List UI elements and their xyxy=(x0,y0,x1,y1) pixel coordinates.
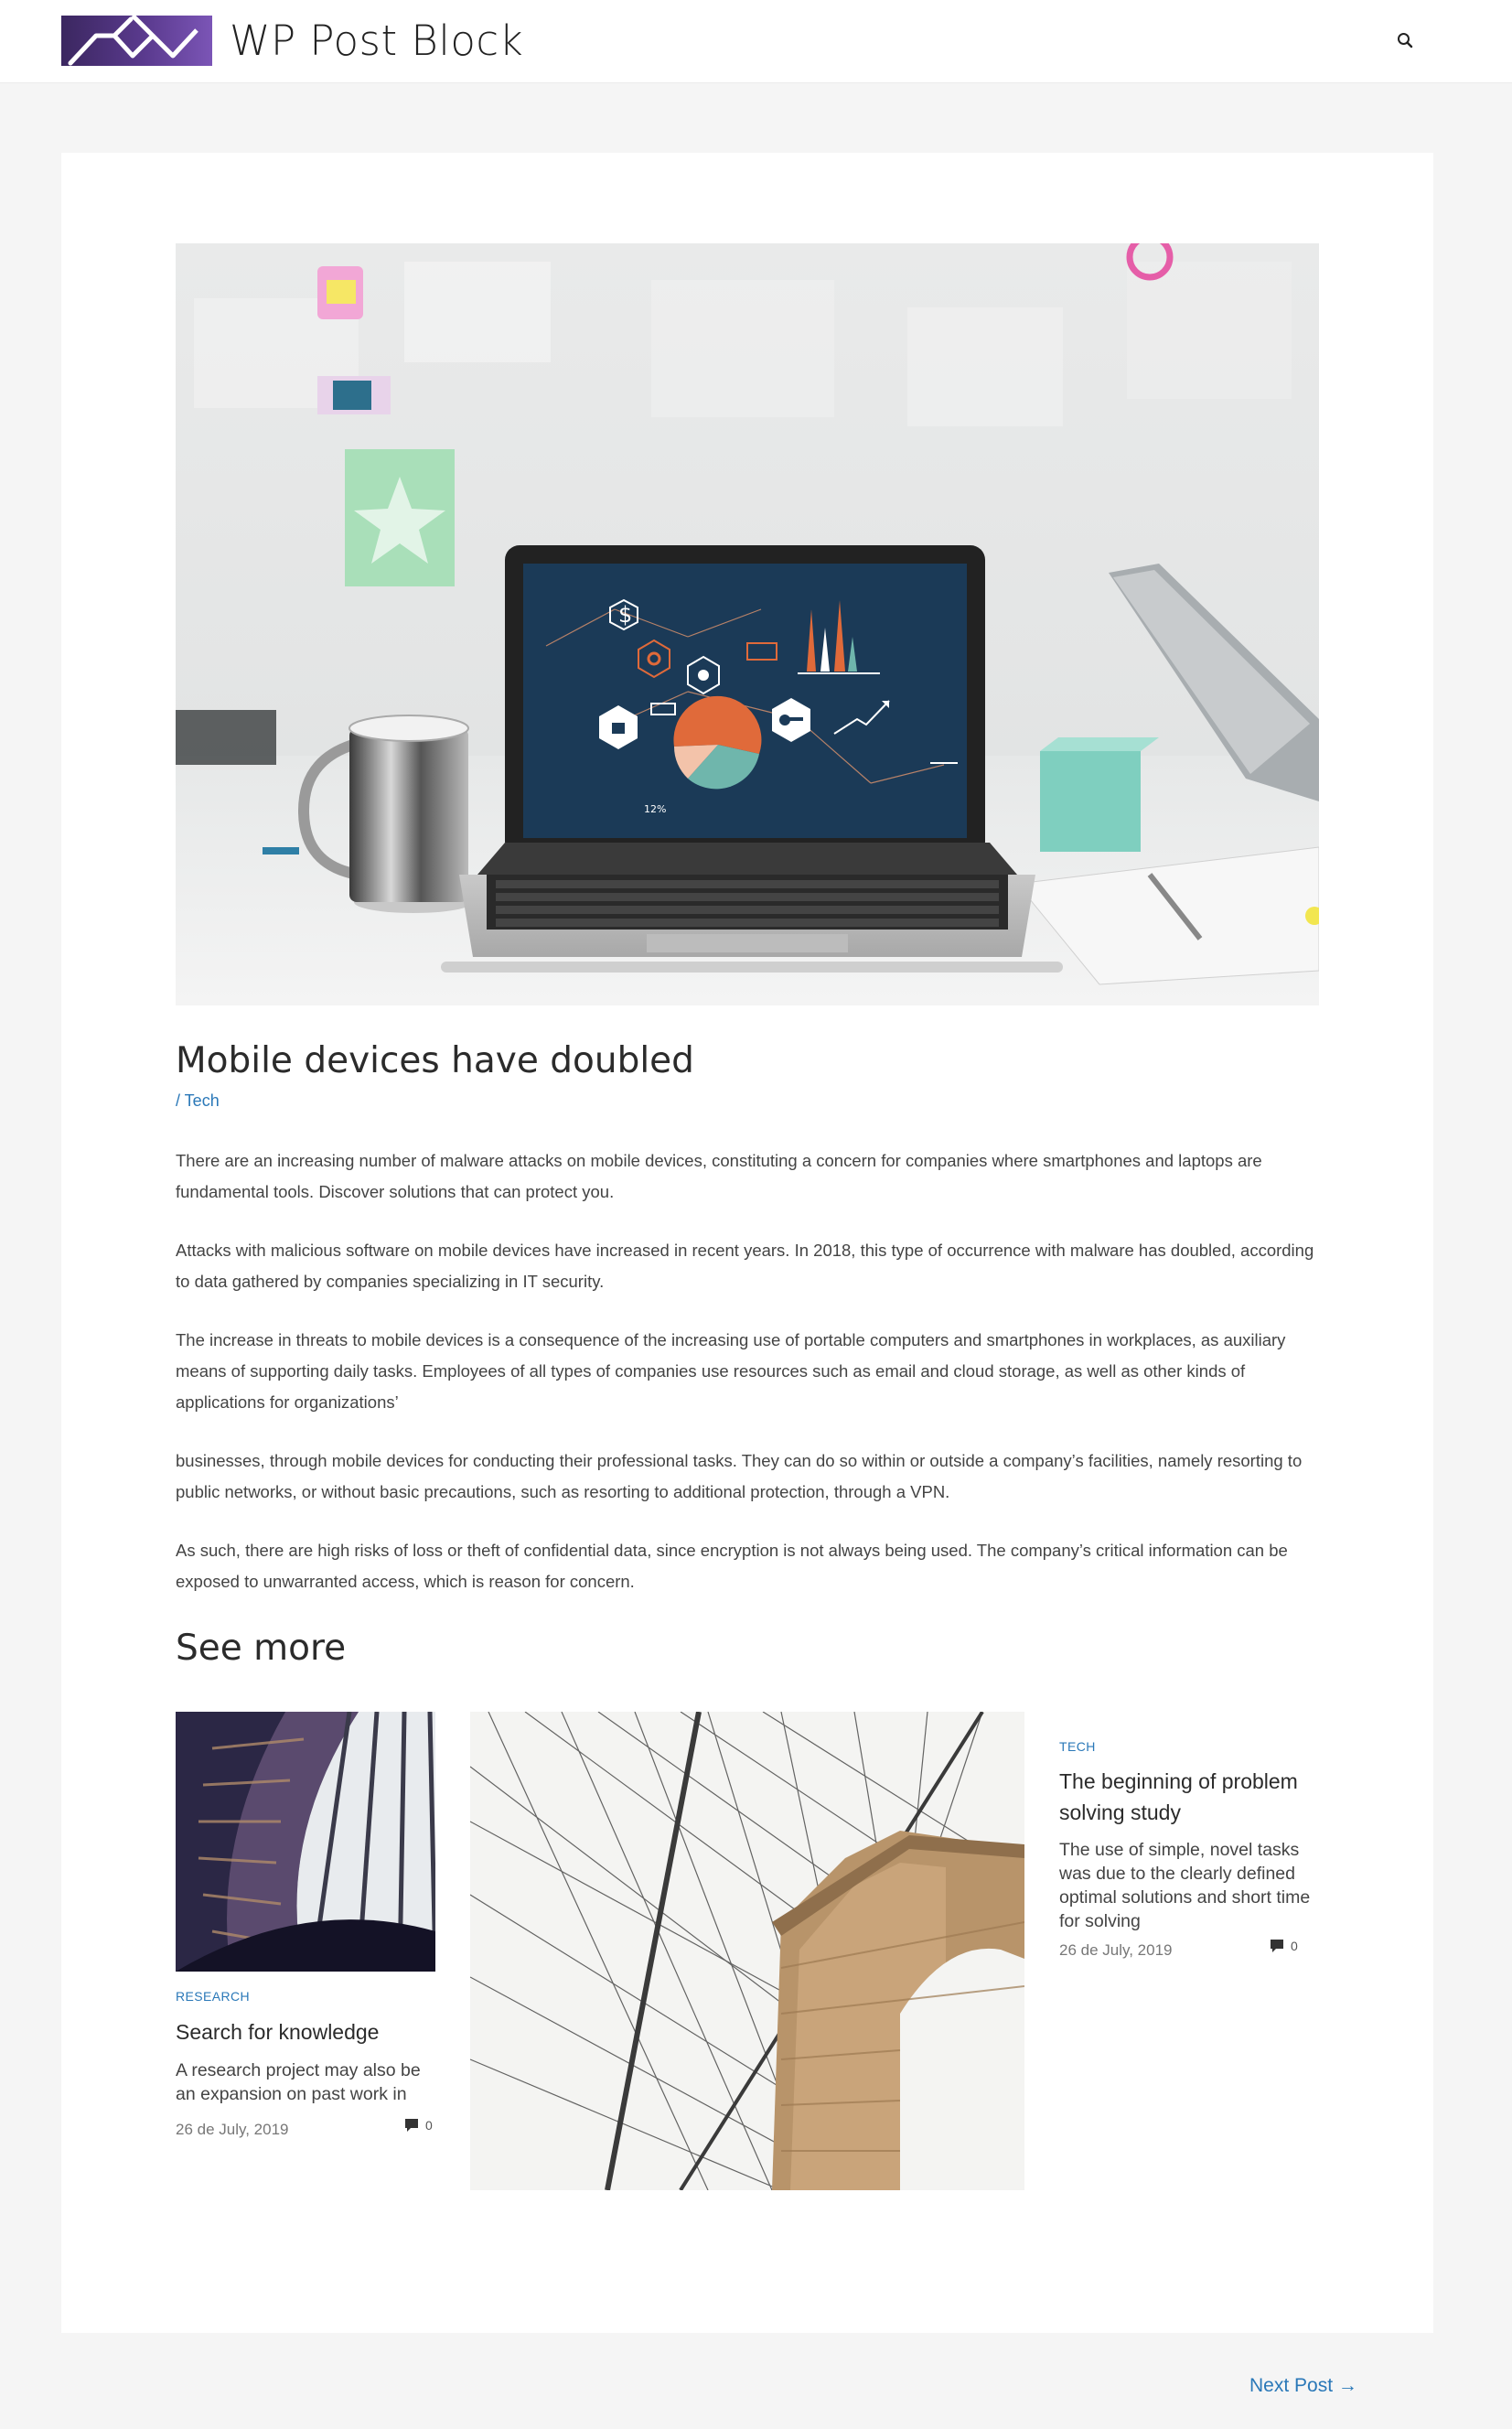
post-paragraph: There are an increasing number of malwar… xyxy=(176,1151,1262,1201)
related-post-excerpt: A research project may also be an expans… xyxy=(176,2060,421,2104)
related-post-excerpt: The use of simple, novel tasks was due t… xyxy=(1059,1840,1311,1931)
library-image xyxy=(176,1712,435,1972)
related-post-image-bridge[interactable] xyxy=(470,1712,1024,2190)
featured-image: $ 12% xyxy=(176,243,1319,1005)
related-post-category[interactable]: TECH xyxy=(1059,1739,1096,1754)
post-meta: / Tech xyxy=(176,1091,220,1111)
post-paragraph: As such, there are high risks of loss or… xyxy=(176,1541,1288,1591)
svg-text:$: $ xyxy=(618,602,632,628)
related-post-image-library[interactable] xyxy=(176,1712,435,1972)
see-more-heading: See more xyxy=(176,1628,347,1669)
post-paragraph: businesses, through mobile devices for c… xyxy=(176,1451,1303,1501)
logo-mark xyxy=(68,16,198,66)
search-icon xyxy=(1398,33,1413,48)
related-post-comments[interactable]: 0 xyxy=(403,2117,433,2133)
site-logo[interactable] xyxy=(61,16,212,66)
related-post-category[interactable]: RESEARCH xyxy=(176,1989,250,2004)
site-title[interactable]: WP Post Block xyxy=(230,16,523,65)
search-button[interactable] xyxy=(1394,29,1418,53)
post-title: Mobile devices have doubled xyxy=(176,1040,694,1081)
post-content: There are an increasing number of malwar… xyxy=(176,1145,1324,1625)
related-post-date: 26 de July, 2019 xyxy=(176,2121,289,2138)
post-paragraph: The increase in threats to mobile device… xyxy=(176,1330,1286,1412)
site-header: WP Post Block xyxy=(0,0,1512,83)
comment-count: 0 xyxy=(1291,1939,1298,1953)
comment-icon xyxy=(1271,1940,1283,1952)
related-post-comments[interactable]: 0 xyxy=(1269,1938,1298,1954)
post-card: $ 12% Mobile devices have doubled / Tech… xyxy=(61,153,1433,2333)
laptop-desk-image: $ 12% xyxy=(176,243,1319,1005)
next-post-link[interactable]: Next Post → xyxy=(1249,2375,1357,2397)
bridge-image xyxy=(470,1712,1024,2190)
post-paragraph: Attacks with malicious software on mobil… xyxy=(176,1241,1314,1291)
related-post-title[interactable]: Search for knowledge xyxy=(176,2016,441,2047)
comment-icon xyxy=(405,2119,418,2132)
comment-count: 0 xyxy=(425,2118,433,2133)
category-link[interactable]: / Tech xyxy=(176,1091,220,1110)
related-post-title[interactable]: The beginning of problem solving study xyxy=(1059,1766,1324,1828)
svg-text:12%: 12% xyxy=(644,803,666,815)
related-post-date: 26 de July, 2019 xyxy=(1059,1941,1173,1959)
